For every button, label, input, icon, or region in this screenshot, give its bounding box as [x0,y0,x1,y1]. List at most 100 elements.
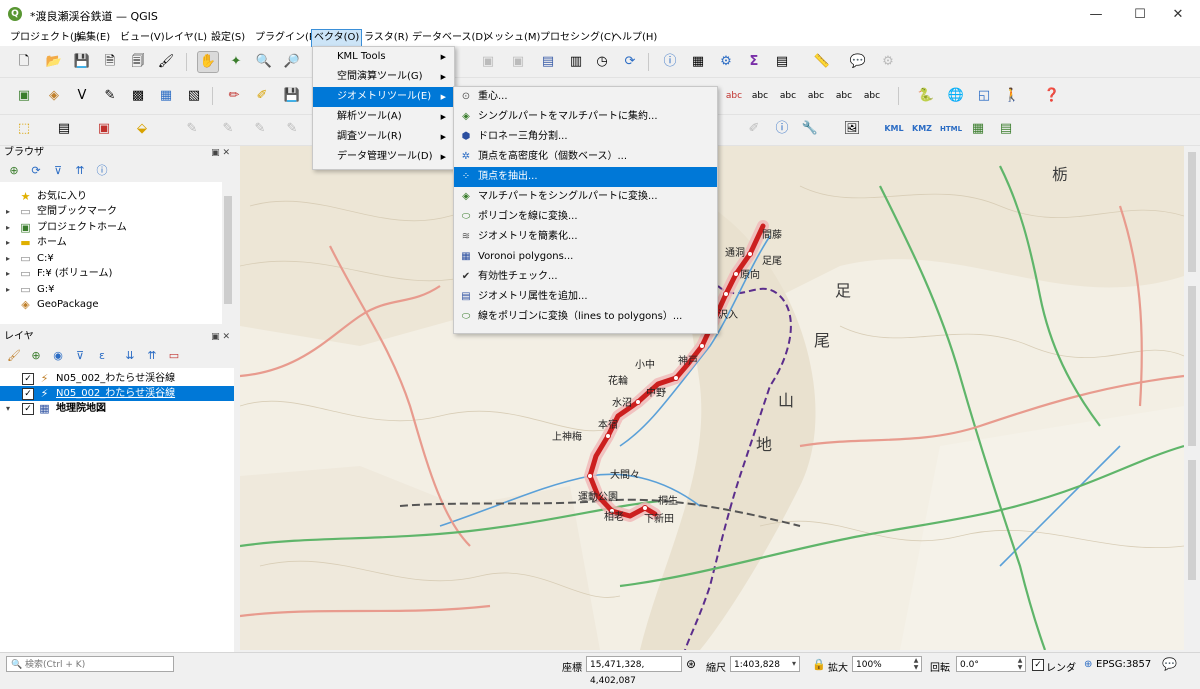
menu-item-extract-vertices[interactable]: ⁘ 頂点を抽出... [454,167,717,187]
minimize-button[interactable]: — [1074,4,1118,26]
menu-item-data-management-tools[interactable]: データ管理ツール(D) ▶ [313,147,454,167]
digitize-icon[interactable]: ✎ [182,119,202,139]
menu-raster[interactable]: ラスタ(R) [362,30,411,46]
right-dock-tab[interactable] [1188,460,1196,580]
menu-item-voronoi[interactable]: ▦ Voronoi polygons... [454,247,717,267]
layer-style-icon[interactable]: 🖌 [6,348,22,364]
menu-settings[interactable]: 設定(S) [209,30,247,46]
label-pin-icon[interactable]: abc [750,86,770,106]
expand-all-icon[interactable]: ⇊ [122,348,138,364]
new-geopackage-layer-icon[interactable]: ◈ [44,86,64,106]
open-attribute-table-icon[interactable]: ▦ [688,52,708,72]
expand-arrow-icon[interactable]: ▸ [6,220,10,235]
save-project-icon[interactable]: 💾 [72,52,92,72]
add-raster-layer-icon[interactable]: ▩ [128,86,148,106]
menu-item-simplify[interactable]: ≋ ジオメトリを簡素化... [454,227,717,247]
menu-item-polygons-to-lines[interactable]: ⬭ ポリゴンを線に変換... [454,207,717,227]
temporal-icon[interactable]: ▥ [566,52,586,72]
street-view-icon[interactable]: 🚶 [1002,86,1022,106]
messages-icon[interactable]: 💬 [1162,657,1177,671]
crs-button[interactable]: EPSG:3857 [1096,659,1151,670]
rotation-spinbox[interactable]: 0.0° ▲ ▼ [956,656,1026,672]
statistical-summary-icon[interactable]: Σ [744,52,764,72]
menu-item-analysis-tools[interactable]: 解析ツール(A) ▶ [313,107,454,127]
filter-expression-icon[interactable]: ε [94,348,110,364]
label-rotate-icon[interactable]: abc [834,86,854,106]
toggle-editing-icon[interactable]: ✐ [252,86,272,106]
node-tool-icon[interactable]: ✐ [744,119,764,139]
collapse-all-icon[interactable]: ⇈ [72,163,88,179]
info-icon[interactable]: ⓘ [772,119,792,139]
menu-database[interactable]: データベース(D) [410,30,489,46]
sheet-export-icon[interactable]: ▤ [996,119,1016,139]
zoom-out-icon[interactable]: 🔎 [282,52,302,72]
label-show-icon[interactable]: abc [778,86,798,106]
menu-item-research-tools[interactable]: 調査ツール(R) ▶ [313,127,454,147]
layer-visibility-checkbox[interactable]: ✓ [22,403,34,415]
close-button[interactable]: ✕ [1156,4,1200,26]
manage-map-themes-icon[interactable]: ◉ [50,348,66,364]
add-mesh-layer-icon[interactable]: ▦ [156,86,176,106]
add-selected-layers-icon[interactable]: ⊕ [6,163,22,179]
pan-map-icon[interactable]: ✋ [197,51,219,73]
label-abc-icon[interactable]: abc [724,86,744,106]
clock-icon[interactable]: ◷ [592,52,612,72]
advanced-digitize-icon[interactable]: ✎ [250,119,270,139]
menu-item-geoprocessing-tools[interactable]: 空間演算ツール(G) ▶ [313,67,454,87]
expand-arrow-icon[interactable]: ▸ [6,266,10,281]
kml-icon[interactable]: KML [884,119,904,139]
menu-view[interactable]: ビュー(V) [118,30,167,46]
menu-edit[interactable]: 編集(E) [74,30,112,46]
layer-visibility-checkbox[interactable]: ✓ [22,388,34,400]
wrench-icon[interactable]: 🔧 [800,119,820,139]
html-icon[interactable]: HTML [940,119,962,139]
menu-item-delaunay[interactable]: ⬢ ドロネー三角分割... [454,127,717,147]
layer-item[interactable]: ✓ ⚡ N05_002_わたらせ渓谷線 [0,371,234,386]
spin-arrows-icon[interactable]: ▲ ▼ [1015,657,1025,671]
pan-to-selection-icon[interactable]: ✦ [226,52,246,72]
menu-plugins[interactable]: プラグイン(P) [253,30,321,46]
kmz-icon[interactable]: KMZ [912,119,932,139]
new-bookmark-icon[interactable]: ▣ [478,52,498,72]
toggle-extents-icon[interactable]: ⊛ [686,657,696,671]
expand-arrow-icon[interactable]: ▸ [6,204,10,219]
python-console-icon[interactable]: 🐍 [916,86,936,106]
refresh-map-icon[interactable]: ⟳ [620,52,640,72]
save-edits-icon[interactable]: 💾 [282,86,302,106]
layer-item[interactable]: ▾ ✓ ▦ 地理院地図 [0,401,234,416]
show-bookmarks-icon[interactable]: ▣ [508,52,528,72]
add-group-icon[interactable]: ⊕ [28,348,44,364]
menu-processing[interactable]: プロセシング(C) [538,30,617,46]
current-edits-icon[interactable]: ✏ [224,86,244,106]
add-delimited-text-icon[interactable]: ✎ [100,86,120,106]
menu-project[interactable]: プロジェクト(J) [8,30,83,46]
new-print-layout-icon[interactable]: 🗎 [100,52,120,72]
right-dock-tab[interactable] [1188,286,1196,446]
right-dock-tab[interactable] [1188,152,1196,272]
menu-mesh[interactable]: メッシュ(M) [482,30,542,46]
attribute-table-icon[interactable]: ▤ [772,52,792,72]
zoom-in-icon[interactable]: 🔍 [254,52,274,72]
coordinate-field[interactable]: 15,471,328, 4,402,087 [586,656,682,686]
menu-item-collect-geometries[interactable]: ◈ シングルパートをマルチパートに集約... [454,107,717,127]
menu-item-check-validity[interactable]: ✔ 有効性チェック... [454,267,717,287]
menu-item-centroids[interactable]: ⊙ 重心... [454,87,717,107]
quickmapservices-icon[interactable]: 🌐 [946,86,966,106]
browser-scrollbar[interactable] [222,182,234,324]
identify-features-icon[interactable]: ⓘ [660,52,680,72]
style-manager-icon[interactable]: 🖌 [156,52,176,72]
layer-visibility-checkbox[interactable]: ✓ [22,373,34,385]
layer-item-selected[interactable]: ✓ ⚡ N05_002_わたらせ渓谷線 [0,386,234,401]
menu-item-add-geometry-attributes[interactable]: ▤ ジオメトリ属性を追加... [454,287,717,307]
processing-toolbox-icon[interactable]: ⚙ [716,52,736,72]
menu-vector[interactable]: ベクタ(O) [310,29,363,47]
label-move-icon[interactable]: abc [806,86,826,106]
chevron-down-icon[interactable]: ▾ [789,657,799,671]
shape-digitize-icon[interactable]: ✎ [282,119,302,139]
menu-item-geometry-tools[interactable]: ジオメトリツール(E) ▶ [313,87,454,107]
menu-item-kml-tools[interactable]: KML Tools ▶ [313,47,454,67]
expand-arrow-icon[interactable]: ▾ [6,401,10,416]
filter-legend-icon[interactable]: ⊽ [72,348,88,364]
browser-properties-icon[interactable]: ⓘ [94,163,110,179]
expand-arrow-icon[interactable]: ▸ [6,251,10,266]
